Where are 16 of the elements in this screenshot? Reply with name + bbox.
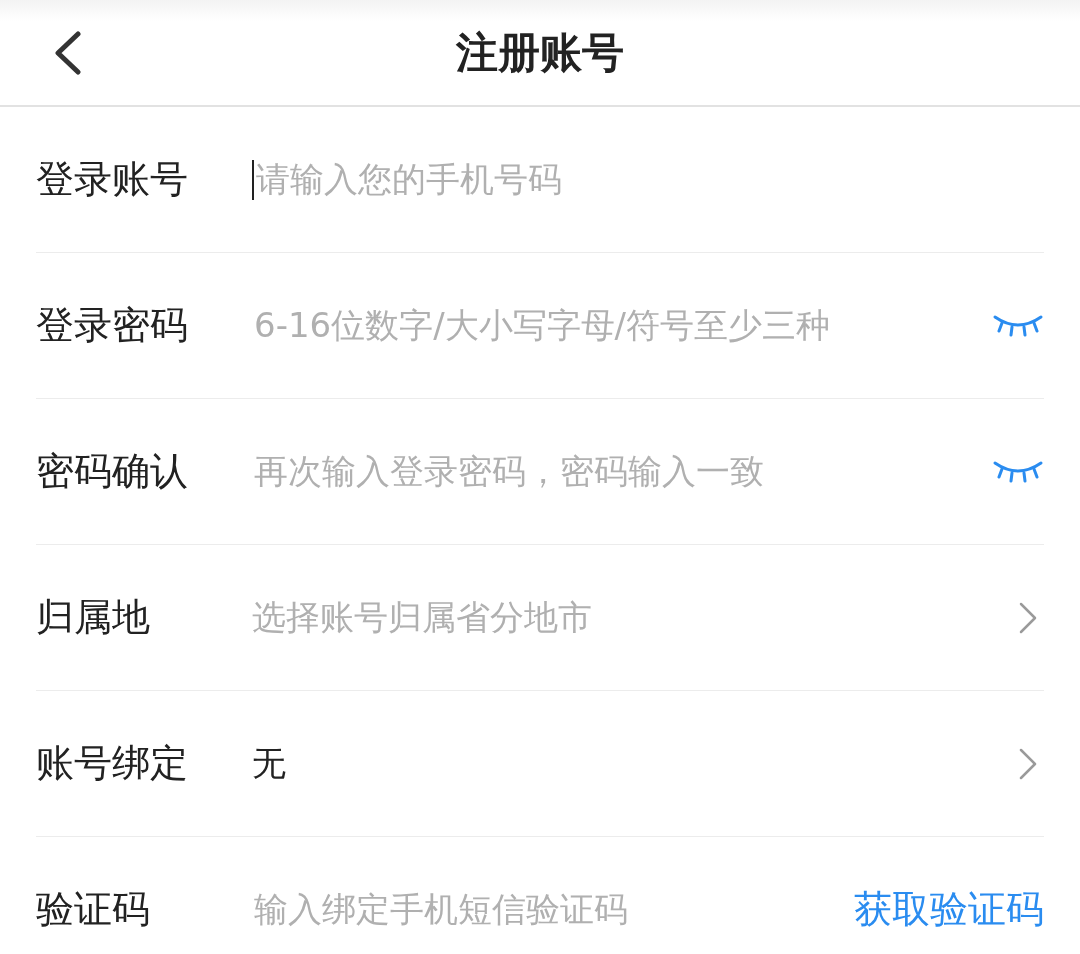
field-label: 密码确认	[36, 448, 189, 495]
text-field[interactable]: 请输入您的手机号码	[256, 154, 1044, 205]
field-label: 登录密码	[36, 302, 189, 349]
field-label: 登录账号	[36, 156, 189, 203]
text-field[interactable]: 再次输入登录密码，密码输入一致	[254, 446, 992, 497]
page-title: 注册账号	[456, 27, 624, 79]
field-label: 归属地	[36, 594, 151, 641]
chevron-right-icon	[1018, 600, 1038, 635]
chevron-right-icon	[1018, 746, 1038, 781]
field-label: 验证码	[36, 886, 151, 933]
field-label: 账号绑定	[36, 740, 189, 787]
text-field[interactable]: 输入绑定手机短信验证码	[254, 884, 854, 935]
text-field[interactable]: 6-16位数字/大小写字母/符号至少三种	[254, 300, 992, 351]
select-placeholder[interactable]: 选择账号归属省分地市	[252, 592, 1018, 643]
get-code-button[interactable]: 获取验证码	[854, 881, 1044, 938]
field-value[interactable]: 无	[252, 738, 1018, 789]
